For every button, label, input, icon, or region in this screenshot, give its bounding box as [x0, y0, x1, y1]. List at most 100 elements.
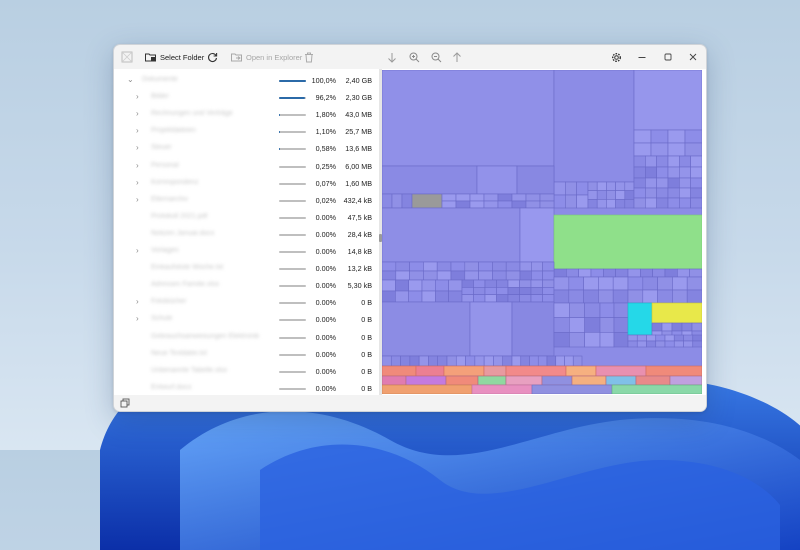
treemap-tile[interactable] — [477, 166, 517, 194]
treemap-tile[interactable] — [614, 303, 628, 318]
treemap-tile[interactable] — [612, 385, 702, 394]
treemap-tile[interactable] — [657, 156, 668, 167]
treemap-tile[interactable] — [692, 323, 702, 331]
treemap-tile[interactable] — [395, 291, 408, 302]
treemap-tile[interactable] — [554, 332, 569, 347]
treemap-tile[interactable] — [531, 295, 543, 302]
treemap-tile[interactable] — [410, 262, 424, 271]
treemap-tile[interactable] — [409, 280, 422, 291]
treemap-tile[interactable] — [672, 290, 687, 303]
treemap-tile[interactable] — [554, 215, 702, 269]
treemap-tile[interactable] — [442, 201, 456, 208]
treemap-tile[interactable] — [543, 280, 555, 287]
treemap-tile[interactable] — [382, 376, 406, 385]
open-in-explorer-button[interactable]: Open in Explorer — [231, 50, 302, 64]
treemap-tile[interactable] — [392, 194, 402, 208]
treemap-tile[interactable] — [647, 335, 656, 341]
treemap-tile[interactable] — [462, 280, 474, 287]
treemap-tile[interactable] — [588, 191, 597, 200]
treemap-tile[interactable] — [416, 366, 444, 376]
treemap-tile[interactable] — [391, 356, 400, 366]
treemap-tile[interactable] — [565, 195, 576, 208]
copy-icon[interactable] — [120, 398, 130, 408]
treemap-tile[interactable] — [506, 366, 566, 376]
treemap-tile[interactable] — [634, 167, 645, 178]
treemap-tile[interactable] — [684, 341, 693, 347]
treemap-tile[interactable] — [547, 356, 556, 366]
treemap-tile[interactable] — [456, 194, 470, 201]
treemap-tile[interactable] — [442, 194, 456, 201]
treemap-tile[interactable] — [485, 287, 497, 294]
treemap-tile[interactable] — [382, 208, 520, 262]
treemap-tile[interactable] — [382, 262, 396, 271]
treemap-tile[interactable] — [465, 271, 479, 280]
treemap-tile[interactable] — [419, 356, 428, 366]
tree-row[interactable]: ›Vorlagen0.00%14,8 kB — [114, 243, 379, 260]
treemap-tile[interactable] — [645, 188, 656, 198]
treemap-tile[interactable] — [668, 188, 679, 198]
treemap-tile[interactable] — [406, 376, 446, 385]
treemap-tile[interactable] — [540, 201, 554, 208]
treemap-tile[interactable] — [506, 262, 520, 271]
treemap-tile[interactable] — [634, 178, 645, 188]
treemap-tile[interactable] — [596, 366, 646, 376]
treemap-tile[interactable] — [634, 130, 651, 143]
settings-button[interactable] — [611, 50, 622, 64]
tree-row[interactable]: ›Schule0.00%0 B — [114, 311, 379, 328]
treemap-tile[interactable] — [520, 295, 532, 302]
treemap-tile[interactable] — [679, 188, 690, 198]
treemap-tile[interactable] — [672, 323, 682, 331]
chevron-down-icon[interactable]: ⌄ — [127, 76, 135, 84]
treemap-tile[interactable] — [640, 269, 652, 277]
treemap-tile[interactable] — [497, 295, 509, 302]
treemap-tile[interactable] — [396, 262, 410, 271]
treemap-tile[interactable] — [625, 182, 634, 191]
treemap-tile[interactable] — [472, 385, 532, 394]
treemap-tile[interactable] — [569, 332, 584, 347]
treemap-tile[interactable] — [382, 366, 416, 376]
treemap-tile[interactable] — [616, 182, 625, 191]
treemap-tile[interactable] — [585, 318, 600, 333]
chevron-right-icon[interactable]: › — [136, 127, 144, 135]
treemap-tile[interactable] — [474, 280, 486, 287]
treemap-tile[interactable] — [628, 341, 637, 347]
treemap-tile[interactable] — [382, 385, 472, 394]
treemap-tile[interactable] — [569, 318, 584, 333]
tree-row[interactable]: ›Projektdateien1,10%25,7 MB — [114, 123, 379, 140]
treemap-tile[interactable] — [598, 277, 613, 290]
treemap-tile[interactable] — [498, 194, 512, 201]
treemap-tile[interactable] — [668, 156, 679, 167]
treemap-tile[interactable] — [606, 182, 615, 191]
treemap-tile[interactable] — [484, 194, 498, 201]
treemap-tile[interactable] — [628, 335, 637, 341]
chevron-right-icon[interactable]: › — [136, 93, 144, 101]
treemap-tile[interactable] — [382, 356, 391, 366]
treemap-tile[interactable] — [497, 287, 509, 294]
treemap-tile[interactable] — [658, 290, 673, 303]
treemap-tile[interactable] — [566, 269, 578, 277]
treemap-tile[interactable] — [572, 376, 606, 385]
treemap-tile[interactable] — [657, 188, 668, 198]
treemap-tile[interactable] — [449, 291, 462, 302]
treemap-tile[interactable] — [382, 70, 554, 166]
chevron-right-icon[interactable]: › — [136, 247, 144, 255]
treemap-tile[interactable] — [634, 143, 651, 156]
treemap-tile[interactable] — [478, 376, 506, 385]
treemap-tile[interactable] — [665, 269, 677, 277]
treemap-tile[interactable] — [512, 302, 554, 356]
treemap-tile[interactable] — [588, 199, 597, 208]
delete-button[interactable] — [304, 50, 314, 64]
treemap-tile[interactable] — [554, 318, 569, 333]
treemap-tile[interactable] — [475, 356, 484, 366]
treemap-tile[interactable] — [658, 277, 673, 290]
treemap-tile[interactable] — [512, 201, 526, 208]
chevron-right-icon[interactable]: › — [136, 162, 144, 170]
refresh-button[interactable] — [207, 50, 218, 64]
treemap-tile[interactable] — [382, 280, 395, 291]
treemap-tile[interactable] — [531, 287, 543, 294]
treemap-tile[interactable] — [645, 198, 656, 208]
treemap-tile[interactable] — [517, 166, 554, 194]
treemap-tile[interactable] — [526, 201, 540, 208]
treemap-tile[interactable] — [679, 198, 690, 208]
treemap-tile[interactable] — [657, 167, 668, 178]
